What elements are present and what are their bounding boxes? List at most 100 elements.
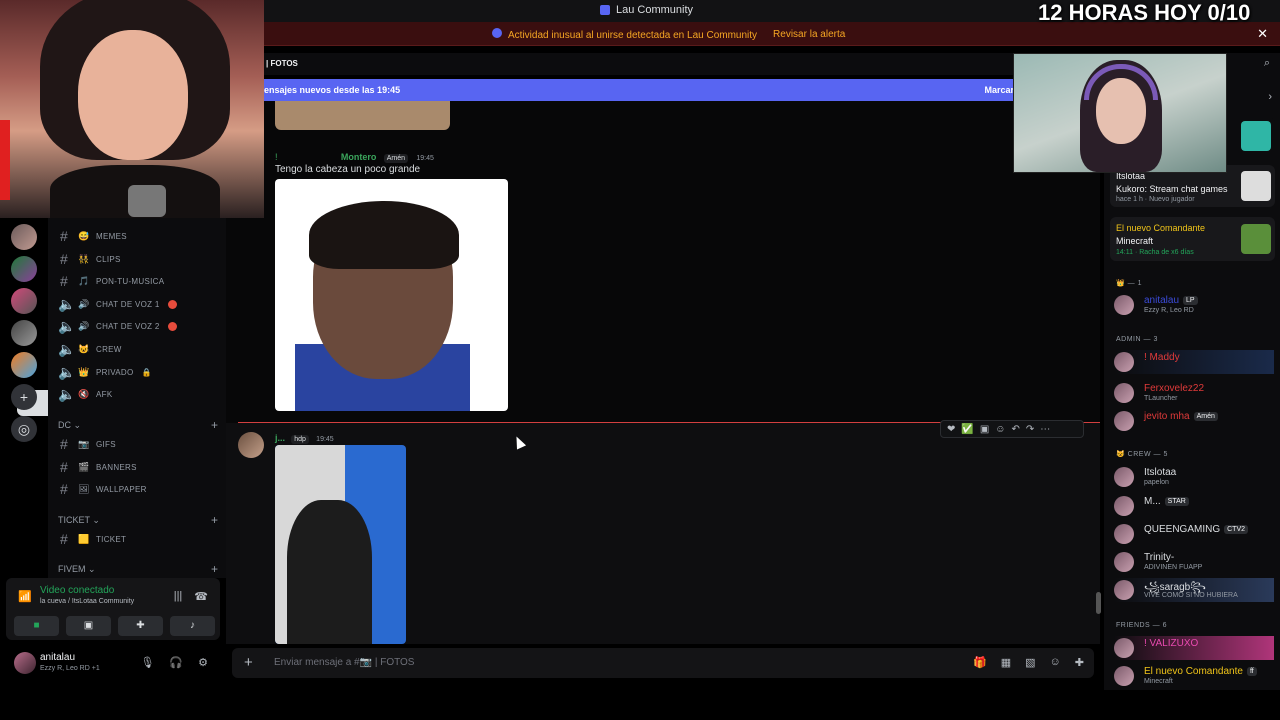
new-messages-text: ensajes nuevos desde las 19:45 [264,85,401,95]
explore-icon[interactable]: ◎ [11,416,37,442]
emoji-icon[interactable]: ☺ [1050,656,1061,669]
headphones-icon[interactable]: 🎧 [169,656,183,669]
forward-icon[interactable]: ↷ [1026,424,1034,435]
chevron-right-icon[interactable]: › [1268,91,1272,103]
category-fivem[interactable]: FIVEM ⌄ + [58,562,218,576]
avatar [1114,638,1134,658]
message-input[interactable]: Enviar mensaje a #📷 | FOTOS [274,657,414,668]
member-item[interactable]: ! VALIZUXO [1114,636,1274,660]
stream-goal-overlay: 12 HORAS HOY 0/10 [1038,0,1251,25]
soundboard-button[interactable]: ♪ [170,616,215,636]
more-icon[interactable]: ⋯ [1040,424,1050,435]
channel-ticket[interactable]: # 🟨 TICKET [58,529,218,549]
mark-read-button[interactable]: Marcar [984,85,1014,95]
channel-crew[interactable]: 🔈 😺 CREW [58,339,218,359]
image-attachment[interactable] [275,445,406,644]
close-icon[interactable]: ✕ [1257,26,1268,42]
hash-icon: # [59,459,69,475]
avatar[interactable] [14,652,36,674]
server-icon[interactable] [11,352,37,378]
member-item[interactable]: QUEENGAMING CTV2 [1114,522,1274,546]
avatar[interactable] [238,432,264,458]
member-item[interactable]: El nuevo Comandante ff Minecraft [1114,664,1274,688]
image-attachment[interactable] [275,101,450,130]
message-author[interactable]: Montero [341,152,377,162]
hash-icon: # [59,481,69,497]
channel-chat-de-voz-2[interactable]: 🔈 🔊 CHAT DE VOZ 2 [58,316,218,336]
noise-suppression-icon[interactable]: ||| [174,590,183,603]
channel-afk[interactable]: 🔈 🔇 AFK [58,384,218,404]
message-row: j... hdp 19:45 [226,423,1100,644]
category-dc[interactable]: DC ⌄ + [58,418,218,432]
live-dot-icon [167,299,177,309]
avatar [1114,411,1134,431]
message-list: ! Montero Amén 19:45 Tengo la cabeza un … [226,101,1100,644]
search-icon[interactable]: ⌕ [1264,57,1270,70]
channel-banners[interactable]: # 🎬 BANNERS [58,457,218,477]
activities-button[interactable]: ✚ [118,616,163,636]
activity-card[interactable]: El nuevo Comandante Minecraft 14:11 · Ra… [1110,217,1275,261]
avatar [1114,580,1134,600]
member-group-header: ADMIN — 3 [1116,336,1158,343]
member-group-header: FRIENDS — 6 [1116,622,1168,629]
avatar [1114,524,1134,544]
game-thumbnail [1241,121,1271,151]
scrollbar[interactable] [1096,592,1101,614]
review-alert-link[interactable]: Revisar la alerta [773,29,845,40]
channel-privado[interactable]: 🔈 👑 PRIVADO 🔒 [58,362,218,382]
new-messages-bar[interactable]: ensajes nuevos desde las 19:45 Marcar [264,79,1024,101]
channel-pon-tu-musica[interactable]: # 🎵 PON-TU-MUSICA [58,271,218,291]
speaker-icon: 🔈 [58,340,76,357]
message-time: 19:45 [416,155,434,162]
message-author[interactable]: j... [275,433,285,443]
add-reaction-icon[interactable]: ☺ [995,424,1005,435]
member-item[interactable]: jevito mha Amén [1114,409,1274,433]
avatar [1114,666,1134,686]
category-ticket[interactable]: TICKET ⌄ + [58,513,218,527]
channel-gifs[interactable]: # 📷 GIFS [58,434,218,454]
member-item[interactable]: Trinity- ADIVINEN FUAPP [1114,550,1274,574]
message-time: 19:45 [316,436,334,443]
apps-icon[interactable]: ✚ [1075,656,1084,669]
server-icon[interactable] [11,224,37,250]
gift-icon[interactable]: 🎁 [973,656,987,669]
add-channel-icon[interactable]: + [211,562,218,576]
add-attachment-icon[interactable]: + [244,654,253,671]
member-item[interactable]: anitalau LP Ezzy R, Leo RD [1114,293,1274,317]
alert-message: Actividad inusual al unirse detectada en… [492,28,757,41]
webcam-overlay-left [0,0,264,218]
member-item[interactable]: Ferxovelez22 TLauncher [1114,381,1274,405]
check-reaction-icon[interactable]: ✅ [961,424,973,435]
server-icon[interactable] [11,288,37,314]
heart-reaction-icon[interactable]: ❤ [947,424,955,435]
server-icon[interactable] [11,256,37,282]
speaker-icon: 🔈 [58,317,76,334]
hash-icon: # [59,531,69,547]
voice-location[interactable]: la cueva / ItsLotaa Community [40,598,134,605]
microphone-icon[interactable]: 🎙 [140,656,154,669]
channel-clips[interactable]: # 👯 CLIPS [58,249,218,269]
image-attachment[interactable] [275,179,508,411]
gear-icon[interactable]: ⚙ [198,656,208,669]
channel-memes[interactable]: # 😅 MEMES [58,226,218,246]
screen-share-button[interactable]: ▣ [66,616,111,636]
member-item[interactable]: ꧁saragb꧂ VIVE COMO SI NO HUBIERA [1114,578,1274,602]
member-item[interactable]: ! Maddy [1114,350,1274,374]
camera-button[interactable]: ■ [14,616,59,636]
server-list: ◆ + ◎ [0,218,182,578]
channel-chat-de-voz-1[interactable]: 🔈 🔊 CHAT DE VOZ 1 [58,294,218,314]
reply-icon[interactable]: ↶ [1012,424,1020,435]
sticker-icon[interactable]: ▧ [1025,656,1035,669]
add-server-icon[interactable]: + [11,384,37,410]
message-text: Tengo la cabeza un poco grande [275,164,421,175]
gif-icon[interactable]: ▦ [1001,656,1011,669]
add-channel-icon[interactable]: + [211,418,218,432]
username[interactable]: anitalau [40,652,75,663]
add-channel-icon[interactable]: + [211,513,218,527]
disconnect-icon[interactable]: ☎ [194,590,208,603]
member-item[interactable]: M... STAR [1114,494,1274,518]
reaction-icon[interactable]: ▣ [980,424,989,435]
server-icon[interactable] [11,320,37,346]
channel-wallpaper[interactable]: # 🖼 WALLPAPER [58,479,218,499]
member-item[interactable]: Itslotaa papelon [1114,465,1274,489]
